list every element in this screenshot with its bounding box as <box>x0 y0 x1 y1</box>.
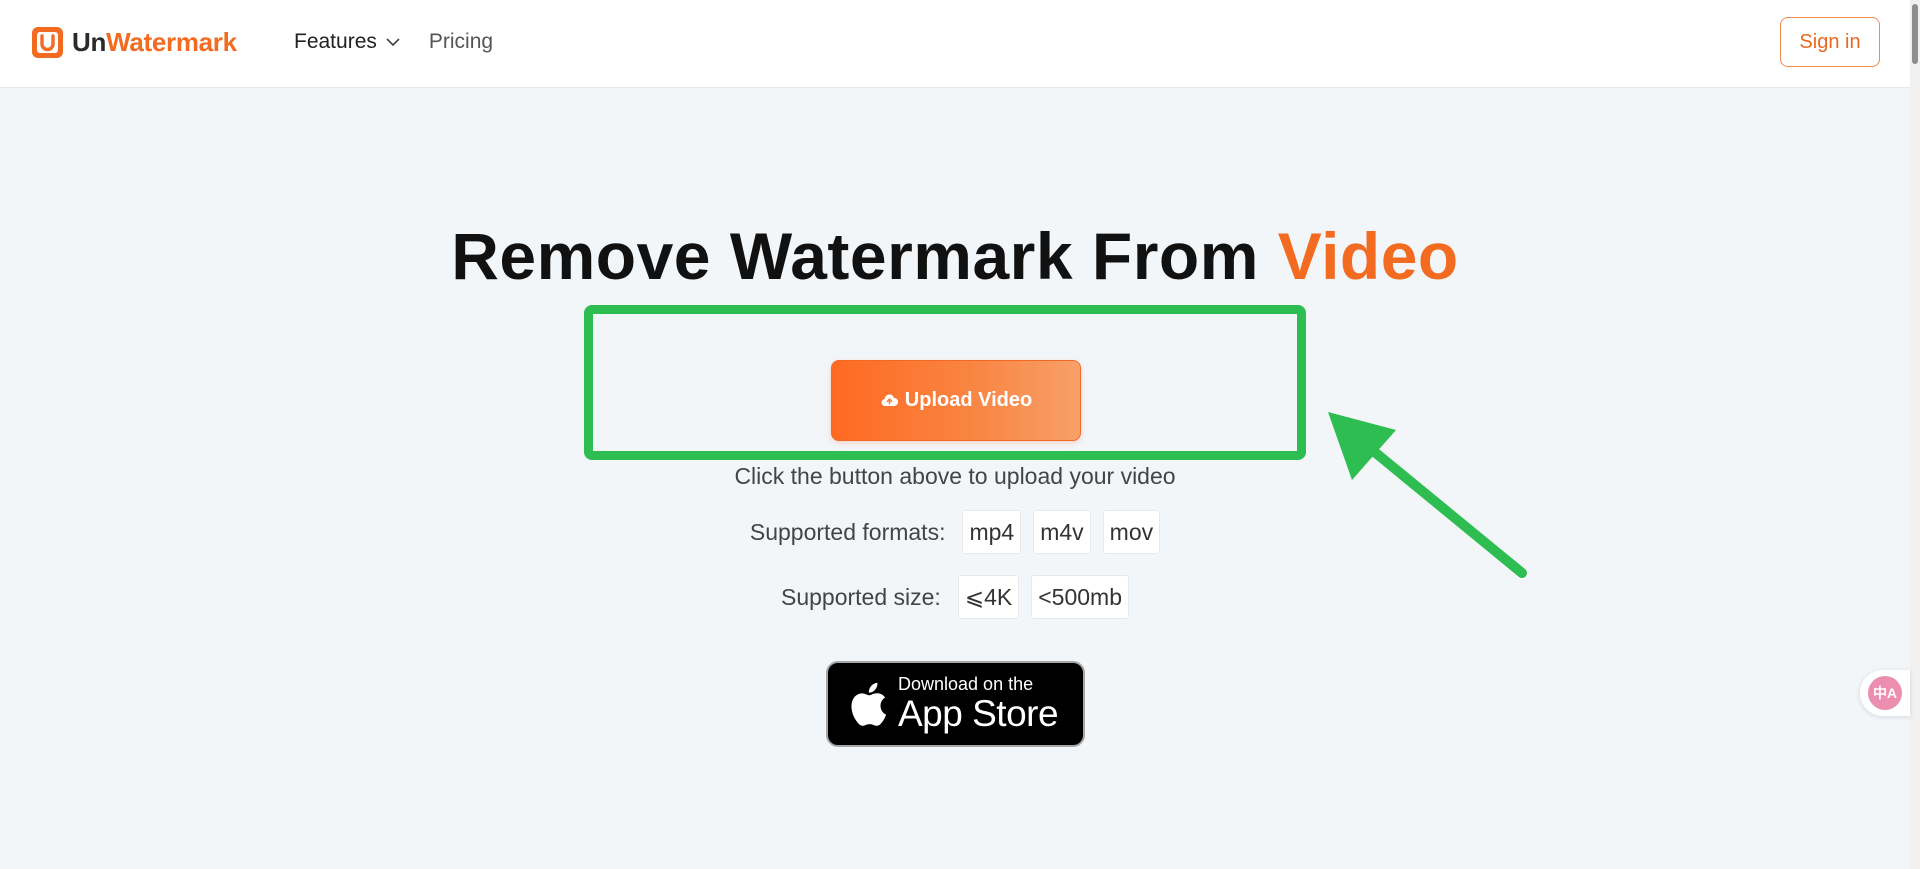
nav-pricing[interactable]: Pricing <box>429 30 493 54</box>
translate-icon: 中A <box>1868 676 1902 710</box>
sign-in-button[interactable]: Sign in <box>1780 17 1880 67</box>
supported-size: Supported size: ⩽4K <500mb <box>0 575 1910 619</box>
title-main: Remove Watermark From <box>451 219 1278 293</box>
brand-un: Un <box>72 27 107 57</box>
upload-video-label: Upload Video <box>904 389 1033 411</box>
apple-icon <box>851 682 887 726</box>
nav-features[interactable]: Features <box>294 30 401 54</box>
scrollbar[interactable] <box>1910 0 1920 869</box>
app-store-small-text: Download on the <box>898 674 1034 694</box>
logo[interactable]: UnWatermark <box>31 26 237 59</box>
top-header: UnWatermark Features Pricing Sign in <box>0 0 1910 88</box>
format-chip-mov: mov <box>1102 510 1161 554</box>
size-label: Supported size: <box>781 583 941 610</box>
title-highlight: Video <box>1277 219 1459 293</box>
nav-features-label: Features <box>294 30 377 53</box>
format-chip-mp4: mp4 <box>962 510 1022 554</box>
main-nav: Features Pricing <box>294 30 493 54</box>
formats-label: Supported formats: <box>749 518 946 545</box>
scrollbar-thumb[interactable] <box>1912 4 1918 64</box>
arrow-annotation <box>1328 412 1527 578</box>
supported-formats: Supported formats: mp4 m4v mov <box>0 510 1910 554</box>
translate-widget[interactable]: 中A <box>1860 670 1910 716</box>
brand-watermark: Watermark <box>106 27 237 57</box>
app-store-text: Download on the App Store <box>898 674 1059 734</box>
cloud-upload-icon <box>881 394 898 407</box>
upload-hint: Click the button above to upload your vi… <box>734 463 1176 489</box>
size-chip-resolution: ⩽4K <box>957 575 1020 619</box>
format-chip-m4v: m4v <box>1033 510 1091 554</box>
upload-video-button[interactable]: Upload Video <box>831 360 1081 441</box>
app-store-badge[interactable]: Download on the App Store <box>826 661 1085 747</box>
size-chip-filesize: <500mb <box>1031 575 1129 619</box>
app-store-big-text: App Store <box>898 693 1059 734</box>
chevron-down-icon <box>386 38 400 47</box>
page-title: Remove Watermark From Video <box>0 218 1910 294</box>
logo-mark-icon <box>32 27 63 58</box>
brand-name: UnWatermark <box>72 27 237 58</box>
